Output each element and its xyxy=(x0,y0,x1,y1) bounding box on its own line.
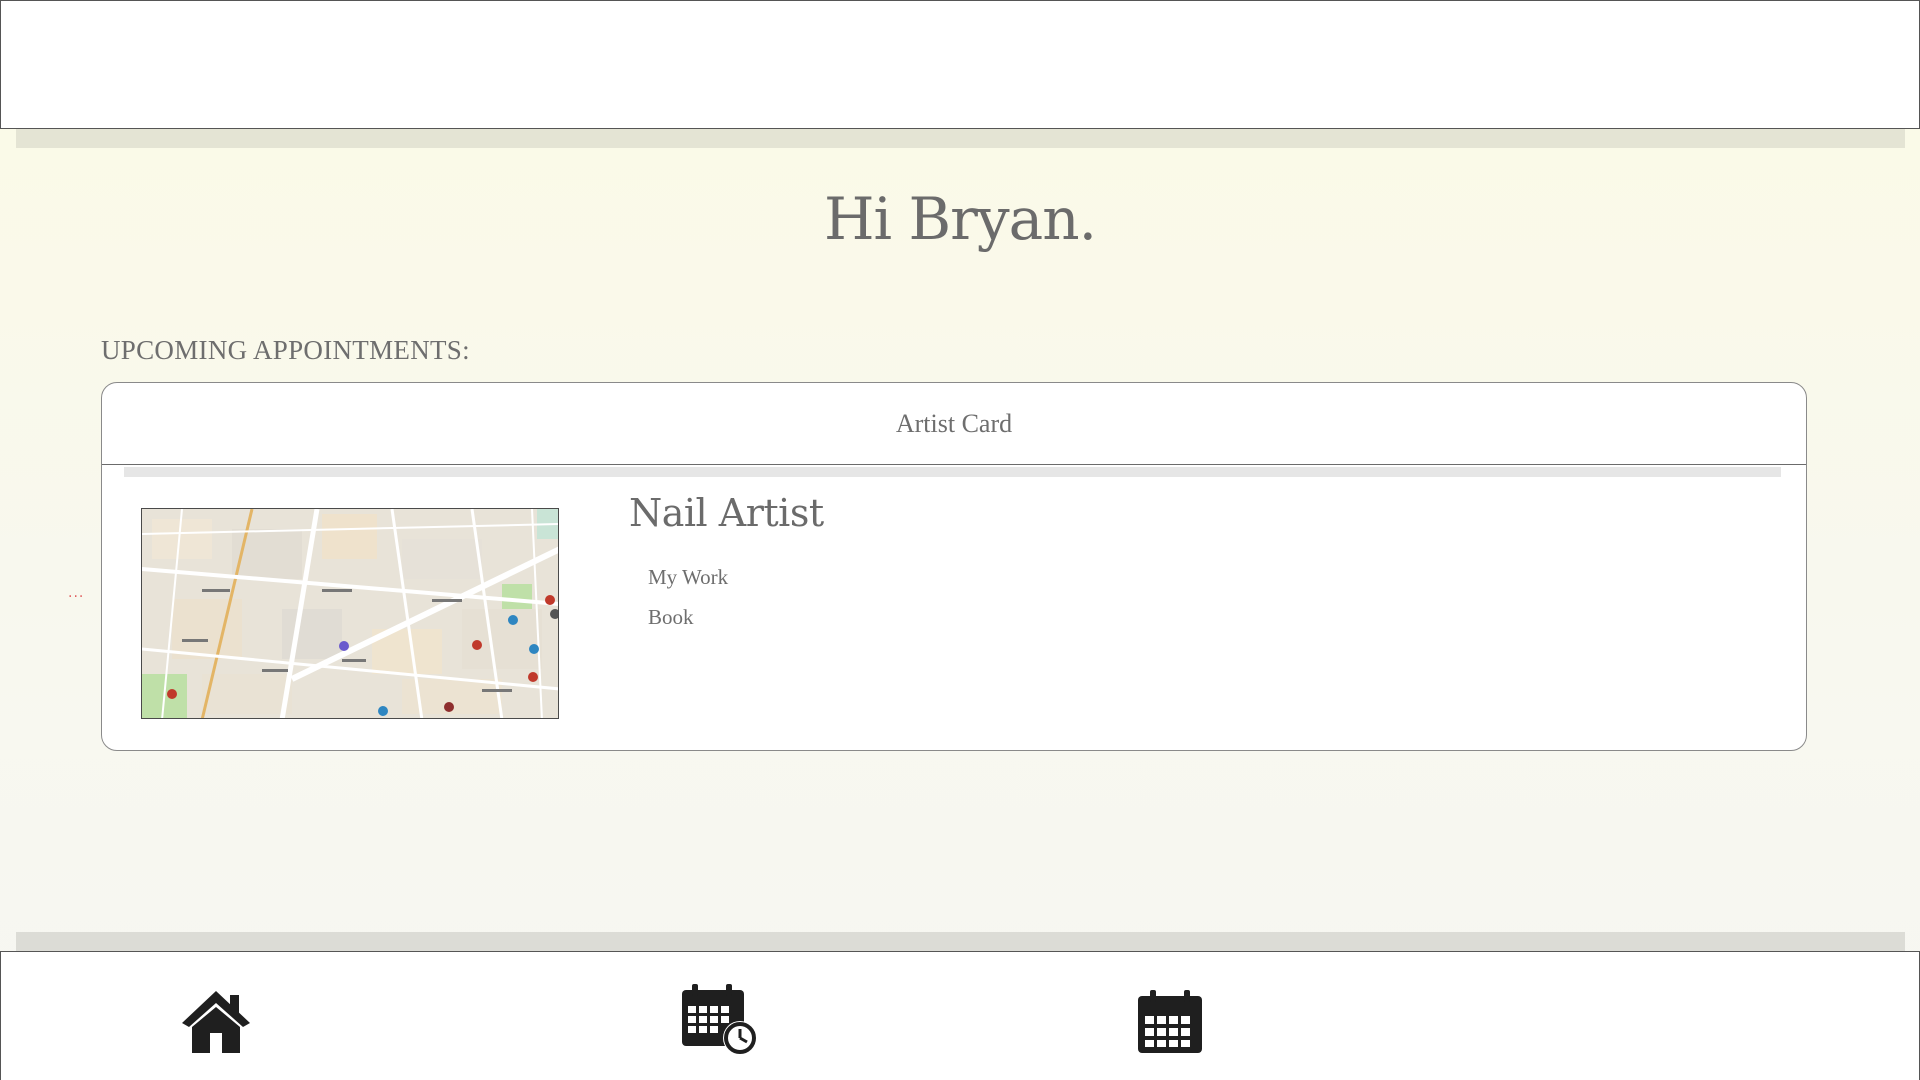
header-bar xyxy=(0,0,1920,129)
upcoming-appointments-title: UPCOMING APPOINTMENTS: xyxy=(101,335,470,365)
artist-card-divider xyxy=(124,467,1781,477)
artist-title: Nail Artist xyxy=(629,491,824,535)
more-indicator[interactable]: ... xyxy=(68,585,84,601)
header-shadow xyxy=(16,129,1905,148)
map-image[interactable] xyxy=(141,508,559,719)
book-link[interactable]: Book xyxy=(648,605,694,630)
page: Hi Bryan. UPCOMING APPOINTMENTS: ... Art… xyxy=(0,0,1920,1080)
my-work-link[interactable]: My Work xyxy=(648,565,728,590)
map-graphic xyxy=(142,509,558,718)
footer-shadow xyxy=(16,932,1905,951)
artist-card-header: Artist Card xyxy=(102,383,1806,465)
artist-card: Artist Card Nail Artist My Work Book xyxy=(101,382,1807,751)
greeting-heading: Hi Bryan. xyxy=(823,185,1097,253)
home-icon[interactable] xyxy=(180,989,252,1055)
artist-card-header-label: Artist Card xyxy=(895,408,1013,438)
calendar-clock-icon[interactable] xyxy=(680,984,758,1056)
bottom-nav-bar xyxy=(0,951,1920,1080)
calendar-icon[interactable] xyxy=(1137,990,1203,1054)
